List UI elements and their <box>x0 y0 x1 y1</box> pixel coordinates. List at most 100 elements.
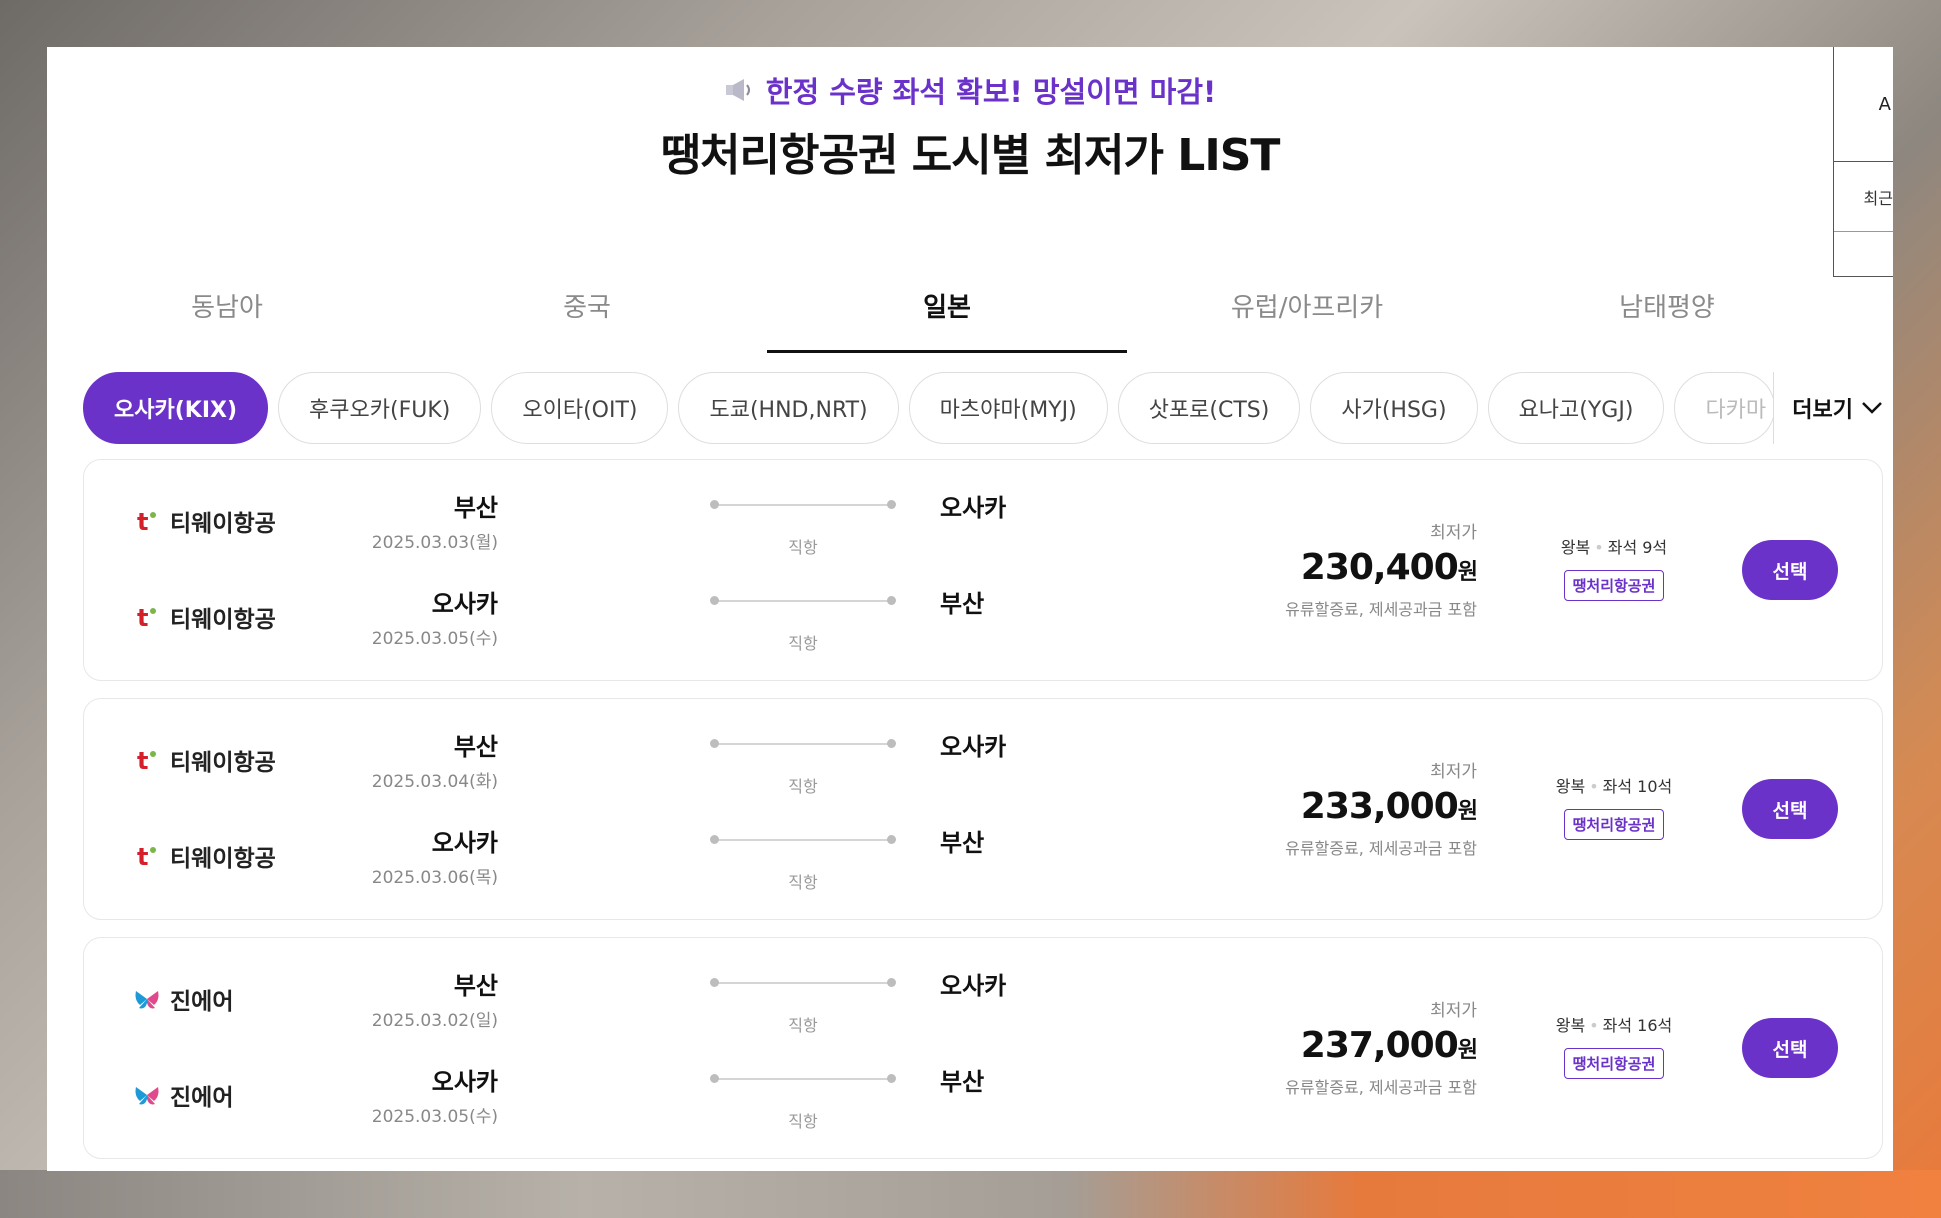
route-line <box>710 978 896 987</box>
city-chip-osaka[interactable]: 오사카(KIX) <box>83 372 269 444</box>
city-chip-matsuyama[interactable]: 마츠야마(MYJ) <box>908 372 1108 444</box>
city-chip-takamatsu[interactable]: 다카마 <box>1674 372 1776 444</box>
airline-name: 티웨이항공 <box>170 846 276 872</box>
tab-south-pacific[interactable]: 남태평양 <box>1487 267 1847 347</box>
separator-dot: • <box>1589 1016 1599 1035</box>
city-chip-saga[interactable]: 사가(HSG) <box>1310 372 1478 444</box>
arrival-city: 오사카 <box>940 972 1007 1000</box>
route-type: 직항 <box>788 777 818 796</box>
route-line <box>710 1074 896 1083</box>
arrival-city: 부산 <box>940 1068 985 1096</box>
flight-card: t 티웨이항공 부산 2025.03.03(월) 직항 오사카 t 티웨이항공 … <box>83 459 1883 681</box>
departure-date: 2025.03.04(화) <box>371 772 498 792</box>
city-chip-row: 오사카(KIX) 후쿠오카(FUK) 오이타(OIT) 도쿄(HND,NRT) … <box>83 372 1823 444</box>
airline: t 티웨이항공 <box>134 743 276 777</box>
city-chip-yonago[interactable]: 요나고(YGJ) <box>1487 372 1665 444</box>
tway-logo-icon: t <box>137 508 156 534</box>
arrival-city: 오사카 <box>940 494 1007 522</box>
seat-block: 왕복 • 좌석 9석 땡처리항공권 <box>1544 534 1684 601</box>
tab-china[interactable]: 중국 <box>407 267 767 347</box>
page-title: 땡처리항공권 도시별 최저가 LIST <box>660 130 1281 181</box>
jinair-logo-icon <box>135 991 159 1009</box>
price-value: 233,000원 <box>1285 786 1478 827</box>
city-chip-fukuoka[interactable]: 후쿠오카(FUK) <box>278 372 482 444</box>
airline: t 티웨이항공 <box>134 504 276 538</box>
separator-dot: • <box>1589 777 1599 796</box>
return-leg: t 티웨이항공 오사카 2025.03.06(목) 직항 부산 <box>84 813 1084 909</box>
departure-city: 부산 <box>453 972 498 1000</box>
status-badge: 땡처리항공권 <box>1563 570 1665 601</box>
seat-info: 왕복 • 좌석 10석 <box>1544 773 1684 797</box>
price-block: 최저가 237,000원 유류할증료, 제세공과금 포함 <box>1285 996 1478 1098</box>
tab-southeast-asia[interactable]: 동남아 <box>47 267 407 347</box>
svg-text:t: t <box>137 747 148 773</box>
seat-count: 좌석 9석 <box>1607 538 1668 557</box>
tab-japan[interactable]: 일본 <box>767 267 1127 353</box>
price-unit: 원 <box>1457 560 1478 585</box>
departure-date: 2025.03.05(수) <box>371 629 498 649</box>
airline: t 티웨이항공 <box>134 600 276 634</box>
route-line <box>710 739 896 748</box>
seat-block: 왕복 • 좌석 16석 땡처리항공권 <box>1544 1012 1684 1079</box>
airline-name: 티웨이항공 <box>170 607 276 633</box>
background-photo-strip <box>0 1170 1941 1218</box>
svg-text:t: t <box>137 604 148 630</box>
price-label: 최저가 <box>1430 1001 1477 1021</box>
tway-logo-icon: t <box>137 747 156 773</box>
seat-count: 좌석 16석 <box>1602 1016 1673 1035</box>
airline-name: 티웨이항공 <box>170 511 276 537</box>
seat-block: 왕복 • 좌석 10석 땡처리항공권 <box>1544 773 1684 840</box>
airline: t 티웨이항공 <box>134 839 276 873</box>
price-label: 최저가 <box>1430 762 1477 782</box>
trip-type: 왕복 <box>1560 538 1591 557</box>
airline-name: 진에어 <box>170 989 234 1015</box>
price-note: 유류할증료, 제세공과금 포함 <box>1285 1078 1477 1097</box>
seat-info: 왕복 • 좌석 9석 <box>1544 534 1684 558</box>
trip-type: 왕복 <box>1555 777 1586 796</box>
select-button[interactable]: 선택 <box>1742 540 1838 600</box>
price-note: 유류할증료, 제세공과금 포함 <box>1285 839 1477 858</box>
trip-type: 왕복 <box>1555 1016 1586 1035</box>
price-unit: 원 <box>1457 799 1478 824</box>
route-type: 직항 <box>788 634 818 653</box>
status-badge: 땡처리항공권 <box>1563 809 1665 840</box>
price-amount: 230,400 <box>1300 547 1459 588</box>
airline-name: 진에어 <box>170 1085 234 1111</box>
price-amount: 233,000 <box>1300 786 1459 827</box>
more-button[interactable]: 더보기 <box>1773 372 1883 444</box>
status-badge: 땡처리항공권 <box>1563 1048 1665 1079</box>
arrival-city: 부산 <box>940 590 985 618</box>
route-line <box>710 835 896 844</box>
flight-card-list: t 티웨이항공 부산 2025.03.03(월) 직항 오사카 t 티웨이항공 … <box>83 459 1883 1171</box>
select-button[interactable]: 선택 <box>1742 779 1838 839</box>
departure-city: 오사카 <box>431 829 498 857</box>
flight-card: 진에어 부산 2025.03.02(일) 직항 오사카 진에어 오사카 2025… <box>83 937 1883 1159</box>
city-chip-sapporo[interactable]: 삿포로(CTS) <box>1117 372 1301 444</box>
price-block: 최저가 230,400원 유류할증료, 제세공과금 포함 <box>1285 518 1478 620</box>
price-amount: 237,000 <box>1300 1025 1459 1066</box>
select-button[interactable]: 선택 <box>1742 1018 1838 1078</box>
arrival-city: 오사카 <box>940 733 1007 761</box>
airline: 진에어 <box>134 982 233 1016</box>
tab-europe-africa[interactable]: 유럽/아프리카 <box>1127 267 1487 347</box>
airline-name: 티웨이항공 <box>170 750 276 776</box>
separator-dot: • <box>1594 538 1604 557</box>
region-tabs: 동남아 중국 일본 유럽/아프리카 남태평양 <box>47 267 1847 353</box>
departure-city: 부산 <box>453 733 498 761</box>
airline: 진에어 <box>134 1078 233 1112</box>
jinair-logo-icon <box>135 1087 159 1105</box>
departure-date: 2025.03.05(수) <box>371 1107 498 1127</box>
banner-subtitle: 한정 수량 좌석 확보! 망설이면 마감! <box>47 69 1893 111</box>
route-line <box>710 500 896 509</box>
return-leg: 진에어 오사카 2025.03.05(수) 직항 부산 <box>84 1052 1084 1148</box>
city-chip-tokyo[interactable]: 도쿄(HND,NRT) <box>678 372 899 444</box>
route-line <box>710 596 896 605</box>
chevron-down-icon <box>1862 402 1882 414</box>
svg-text:t: t <box>137 508 148 534</box>
banner-subtitle-text: 한정 수량 좌석 확보! 망설이면 마감! <box>765 75 1217 109</box>
return-leg: t 티웨이항공 오사카 2025.03.05(수) 직항 부산 <box>84 574 1084 670</box>
price-block: 최저가 233,000원 유류할증료, 제세공과금 포함 <box>1285 757 1478 859</box>
city-chip-oita[interactable]: 오이타(OIT) <box>491 372 669 444</box>
svg-text:t: t <box>137 843 148 869</box>
seat-count: 좌석 10석 <box>1602 777 1673 796</box>
